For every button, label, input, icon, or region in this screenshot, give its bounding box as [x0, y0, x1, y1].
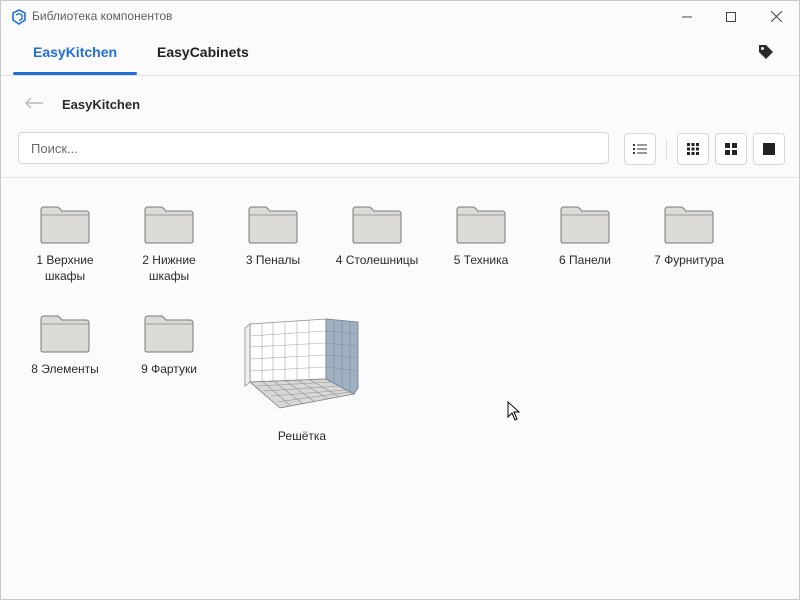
- folder-item[interactable]: 3 Пеналы: [228, 206, 318, 268]
- maximize-icon: [726, 11, 736, 22]
- folder-icon: [40, 206, 90, 244]
- folder-icon: [352, 206, 402, 244]
- grid-component-thumbnail[interactable]: [242, 316, 362, 416]
- breadcrumb-title: EasyKitchen: [62, 97, 141, 112]
- folder-label: 5 Техника: [453, 253, 509, 267]
- minimize-button[interactable]: [664, 1, 710, 32]
- folder-item[interactable]: 9 Фартуки: [124, 315, 214, 377]
- folder-item[interactable]: 2 Нижние шкафы: [124, 206, 214, 284]
- tag-icon[interactable]: [757, 43, 775, 61]
- large-square-icon: [763, 143, 775, 155]
- view-separator: [666, 139, 667, 161]
- folder-label: 8 Элементы: [31, 362, 99, 376]
- large-icons-view-button[interactable]: [753, 133, 785, 165]
- folder-label: 4 Столешницы: [335, 253, 419, 267]
- folder-label: 3 Пеналы: [245, 253, 301, 267]
- list-view-button[interactable]: [624, 133, 656, 165]
- folder-item[interactable]: 6 Панели: [540, 206, 630, 268]
- list-view-icon: [633, 144, 647, 154]
- app-logo-icon: [12, 9, 26, 25]
- folder-icon: [560, 206, 610, 244]
- maximize-button[interactable]: [708, 1, 754, 32]
- search-input[interactable]: [18, 132, 609, 164]
- small-grid-icon: [687, 143, 699, 155]
- mouse-cursor-icon: [507, 401, 521, 421]
- folder-item[interactable]: 7 Фурнитура: [644, 206, 734, 268]
- folder-item[interactable]: 5 Техника: [436, 206, 526, 268]
- folder-label: 7 Фурнитура: [654, 253, 724, 267]
- folder-item[interactable]: 4 Столешницы: [332, 206, 422, 268]
- folder-label: 1 Верхние шкафы: [36, 253, 94, 283]
- arrow-left-icon: [25, 97, 43, 109]
- folder-label: 9 Фартуки: [141, 362, 197, 376]
- folder-icon: [144, 206, 194, 244]
- back-button[interactable]: [23, 95, 45, 111]
- folder-icon: [144, 315, 194, 353]
- folder-icon: [456, 206, 506, 244]
- window-title: Библиотека компонентов: [32, 9, 173, 23]
- close-button[interactable]: [753, 1, 799, 32]
- medium-grid-icon: [725, 143, 737, 155]
- small-icons-view-button[interactable]: [677, 133, 709, 165]
- folder-icon: [664, 206, 714, 244]
- tab-bar: EasyKitchen EasyCabinets: [1, 32, 799, 76]
- minimize-icon: [682, 16, 692, 17]
- medium-icons-view-button[interactable]: [715, 133, 747, 165]
- tab-easykitchen[interactable]: EasyKitchen: [33, 44, 117, 60]
- active-tab-indicator: [13, 72, 137, 75]
- grid-component-label: Решётка: [277, 429, 327, 443]
- close-icon: [770, 11, 782, 22]
- folder-label: 2 Нижние шкафы: [142, 253, 196, 283]
- tab-easycabinets[interactable]: EasyCabinets: [157, 44, 249, 60]
- folder-icon: [40, 315, 90, 353]
- folder-item[interactable]: 1 Верхние шкафы: [20, 206, 110, 284]
- title-bar: Библиотека компонентов: [1, 1, 799, 32]
- folder-item[interactable]: 8 Элементы: [20, 315, 110, 377]
- content-divider: [1, 177, 799, 178]
- folder-label: 6 Панели: [559, 253, 611, 267]
- folder-icon: [248, 206, 298, 244]
